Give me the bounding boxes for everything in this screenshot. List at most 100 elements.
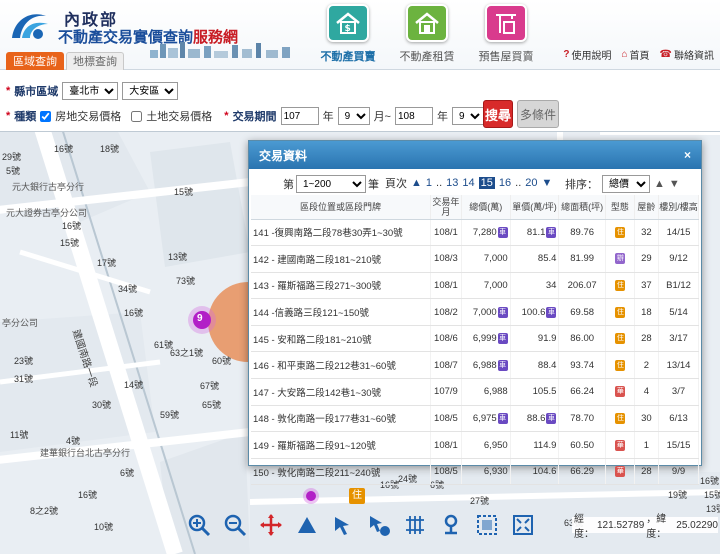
cluster-count[interactable]: 9 [197, 313, 203, 324]
cell-total: 7,280 車 [461, 219, 511, 247]
from-year-input[interactable] [280, 107, 319, 125]
page-link[interactable]: 13 [446, 177, 458, 189]
zoom-out-icon[interactable] [222, 512, 248, 538]
cell-unit-text: 114.9 [533, 439, 557, 451]
sort-asc-icon[interactable]: ▲ [654, 178, 665, 190]
range-select[interactable]: 1~200 [296, 175, 366, 193]
pin-icon[interactable] [438, 512, 464, 538]
cell-type: 住 [605, 298, 635, 326]
cell-area: 66.24 [558, 378, 606, 406]
col-header-address[interactable]: 區段位置或區段門牌 [251, 195, 431, 220]
zoom-in-icon[interactable] [186, 512, 212, 538]
poi-label: 亭分公司 [2, 318, 39, 328]
cell-age: 2 [634, 351, 660, 380]
cell-age: 32 [634, 219, 660, 247]
cell-address: 149 - 羅斯福路二段91~120號 [251, 431, 431, 459]
tab-presale[interactable]: 預售屋買賣 [470, 4, 542, 66]
cell-address-text: 141 -復興南路二段78巷30弄1~30號 [253, 228, 403, 240]
cell-type: 住 [605, 351, 635, 380]
prev-page-icon[interactable]: ▲ [411, 177, 422, 189]
cell-unit: 88.6 車 [510, 405, 560, 433]
sort-select[interactable]: 總價 [602, 175, 650, 193]
col-header-type[interactable]: 型態 [605, 195, 635, 220]
sort-desc-icon[interactable]: ▼ [669, 178, 680, 190]
close-icon[interactable]: × [684, 148, 691, 162]
map-label: 11號 [10, 430, 29, 440]
phone-icon: ☎ [659, 49, 672, 60]
district-select[interactable]: 大安區 [122, 82, 179, 100]
cell-area-text: 60.50 [570, 439, 595, 451]
map-label: 15號 [704, 490, 720, 500]
house-price-checkbox[interactable] [40, 110, 52, 122]
map-label: 18號 [100, 144, 120, 154]
next-page-icon[interactable]: ▼ [542, 177, 553, 189]
from-month-select[interactable]: 9 [337, 107, 370, 125]
table-row[interactable]: 141 -復興南路二段78巷30弄1~30號 108/1 7,280 車 81.1 車 89… [251, 219, 699, 247]
table-row[interactable]: 147 - 大安路二段142巷1~30號 107/9 6,988 105.5 66.24… [251, 378, 699, 406]
cell-type: 華 [605, 458, 635, 486]
contact-link[interactable]: ☎ 聯絡資訊 [660, 47, 714, 62]
table-row[interactable]: 148 - 敦化南路一段177巷31~60號 108/5 6,975 車 88.6 車 78… [251, 405, 699, 433]
page-link[interactable]: 20 [525, 177, 537, 189]
cell-date: 108/5 [430, 458, 462, 486]
land-price-checkbox[interactable] [131, 110, 143, 122]
map-label: 13號 [168, 252, 188, 262]
col-header-date[interactable]: 交易年月 [430, 195, 462, 220]
table-row[interactable]: 144 -信義路三段121~150號 108/2 7,000 車 100.6 車 69.58… [251, 298, 699, 326]
help-link-label: 使用說明 [571, 51, 612, 62]
table-row[interactable]: 143 - 羅斯福路三段271~300號 108/1 7,000 34 206.07 住 3… [251, 272, 699, 300]
page-link[interactable]: 14 [462, 177, 474, 189]
advanced-search-button[interactable]: 多條件 [517, 100, 559, 128]
map-label: 34號 [118, 284, 138, 294]
page-link[interactable]: 1 [426, 177, 432, 189]
panel-header[interactable]: 交易資料 × [249, 141, 701, 169]
table-row[interactable]: 149 - 羅斯福路二段91~120號 108/1 6,950 114.9 60.50 華… [251, 431, 699, 459]
table-row[interactable]: 142 - 建國南路二段181~210號 108/3 7,000 85.4 81.99 辦… [251, 245, 699, 273]
table-row[interactable]: 150 - 敦化南路二段211~240號 108/5 6,930 104.6 66.29… [251, 458, 699, 486]
cell-floor-text: 14/15 [666, 226, 691, 238]
page-link[interactable]: 16 [499, 177, 511, 189]
cell-unit: 105.5 [510, 378, 560, 406]
map-label: 16號 [62, 221, 82, 231]
parking-badge: 車 [497, 306, 508, 318]
col-header-age[interactable]: 屋齡 [634, 195, 660, 220]
tab-area-search[interactable]: 區域查詢 [6, 52, 64, 70]
table-row[interactable]: 145 - 安和路二段181~210號 108/6 6,999 車 91.9 86.00 住… [251, 325, 699, 353]
table-row[interactable]: 146 - 和平東路二段212巷31~60號 108/7 6,988 車 88.4 93.… [251, 351, 699, 380]
cell-address-text: 146 - 和平東路二段212巷31~60號 [253, 361, 396, 373]
help-link[interactable]: ? 使用說明 [563, 47, 611, 62]
pager: 第 1~200 筆 頁次 ▲ 1 .. 13 14 15 16 .. 20 ▼ … [249, 173, 701, 193]
city-select[interactable]: 臺北市 [62, 82, 119, 100]
col-header-floor[interactable]: 樓別/樓高 [658, 195, 699, 220]
frame-icon[interactable] [474, 512, 500, 538]
table-header-row: 區段位置或區段門牌 交易年月 總價(萬) 單價(萬/坪) 總面積(坪) 型態 屋… [251, 195, 699, 220]
cell-area-text: 66.24 [570, 386, 595, 398]
cell-total: 7,000 [461, 272, 511, 300]
land-price-label: 土地交易價格 [146, 111, 213, 123]
pan-icon[interactable] [258, 512, 284, 538]
to-year-input[interactable] [395, 107, 433, 125]
tab-rent[interactable]: 不動產租賃 [391, 4, 463, 66]
select-icon[interactable] [330, 512, 356, 538]
tab-sale[interactable]: $ 不動產買賣 [312, 4, 384, 66]
range-prefix: 第 [283, 179, 294, 191]
col-header-total[interactable]: 總價(萬) [461, 195, 511, 220]
fullscreen-icon[interactable] [510, 512, 536, 538]
select-plus-icon[interactable] [366, 512, 392, 538]
grid-icon[interactable] [402, 512, 428, 538]
search-button[interactable]: 搜尋 [483, 100, 513, 128]
cell-area-text: 78.70 [570, 412, 595, 424]
house-marker[interactable]: 住 [349, 488, 365, 504]
tab-landmark-search[interactable]: 地標查詢 [66, 52, 124, 70]
cell-address: 145 - 安和路二段181~210號 [251, 325, 431, 353]
measure-area-icon[interactable] [294, 512, 320, 538]
col-header-area[interactable]: 總面積(坪) [558, 195, 606, 220]
cell-total: 6,988 車 [461, 351, 511, 380]
cell-age: 28 [634, 325, 660, 353]
cell-area: 89.76 [558, 219, 606, 247]
cell-total-text: 6,988 [472, 359, 497, 371]
home-link[interactable]: ⌂ 首頁 [621, 47, 649, 62]
to-month-select[interactable]: 9 [452, 107, 484, 125]
col-header-unit[interactable]: 單價(萬/坪) [510, 195, 560, 220]
cell-unit: 100.6 車 [510, 298, 560, 326]
